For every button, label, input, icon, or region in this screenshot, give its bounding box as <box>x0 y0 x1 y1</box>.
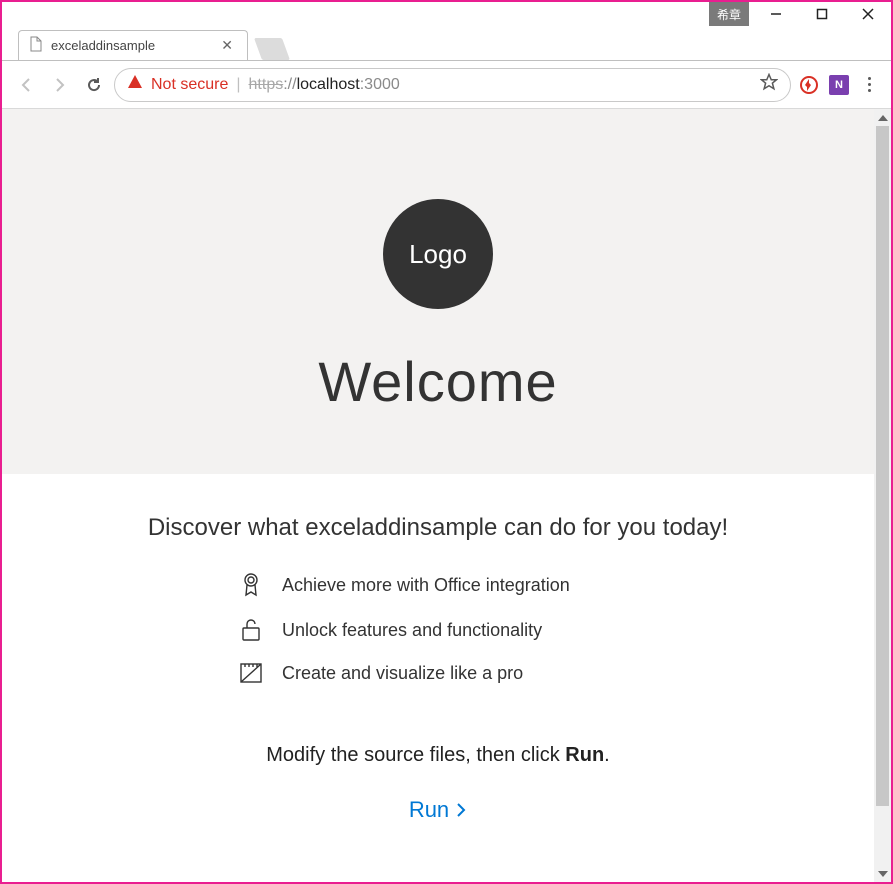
file-icon <box>29 36 43 55</box>
window-minimize-button[interactable] <box>753 2 799 26</box>
url-text: https://localhost:3000 <box>249 76 400 94</box>
nav-reload-button[interactable] <box>80 71 108 99</box>
bookmark-star-button[interactable] <box>760 73 778 96</box>
scroll-down-button[interactable] <box>874 865 891 882</box>
address-divider: | <box>236 76 240 94</box>
not-secure-icon <box>127 74 143 95</box>
welcome-heading: Welcome <box>2 349 874 414</box>
subtitle-text: Discover what exceladdinsample can do fo… <box>2 514 874 542</box>
tab-close-button[interactable]: ✕ <box>217 37 237 54</box>
run-link[interactable]: Run <box>2 797 874 823</box>
list-item: Create and visualize like a pro <box>238 662 638 684</box>
scroll-track[interactable] <box>874 126 891 865</box>
feature-text: Create and visualize like a pro <box>282 663 523 684</box>
onenote-extension-button[interactable]: N <box>827 73 851 97</box>
list-item: Unlock features and functionality <box>238 618 638 642</box>
window-maximize-button[interactable] <box>799 2 845 26</box>
feature-text: Achieve more with Office integration <box>282 575 570 596</box>
scroll-up-button[interactable] <box>874 109 891 126</box>
browser-toolbar: Not secure | https://localhost:3000 N <box>2 61 891 109</box>
browser-tab[interactable]: exceladdinsample ✕ <box>18 30 248 60</box>
unlock-icon <box>238 618 264 642</box>
hero-section: Logo Welcome <box>2 109 874 474</box>
logo-placeholder: Logo <box>383 199 493 309</box>
window-titlebar: 希章 <box>2 2 891 26</box>
tab-title: exceladdinsample <box>51 38 155 53</box>
nav-back-button[interactable] <box>12 71 40 99</box>
input-method-badge: 希章 <box>709 2 749 26</box>
list-item: Achieve more with Office integration <box>238 572 638 598</box>
vertical-scrollbar[interactable] <box>874 109 891 882</box>
feature-list: Achieve more with Office integration Unl… <box>2 572 874 684</box>
nav-forward-button[interactable] <box>46 71 74 99</box>
badge-icon <box>238 572 264 598</box>
new-tab-button[interactable] <box>254 38 290 60</box>
design-icon <box>238 662 264 684</box>
address-bar[interactable]: Not secure | https://localhost:3000 <box>114 68 791 102</box>
feature-text: Unlock features and functionality <box>282 620 542 641</box>
browser-tabstrip: exceladdinsample ✕ <box>2 26 891 60</box>
adblock-extension-button[interactable] <box>797 73 821 97</box>
instruction-text: Modify the source files, then click Run. <box>2 744 874 767</box>
onenote-icon: N <box>829 75 849 95</box>
window-close-button[interactable] <box>845 2 891 26</box>
browser-menu-button[interactable] <box>857 73 881 97</box>
scroll-thumb[interactable] <box>876 126 889 806</box>
page-content: Logo Welcome Discover what exceladdinsam… <box>2 109 874 882</box>
not-secure-label: Not secure <box>151 76 228 94</box>
